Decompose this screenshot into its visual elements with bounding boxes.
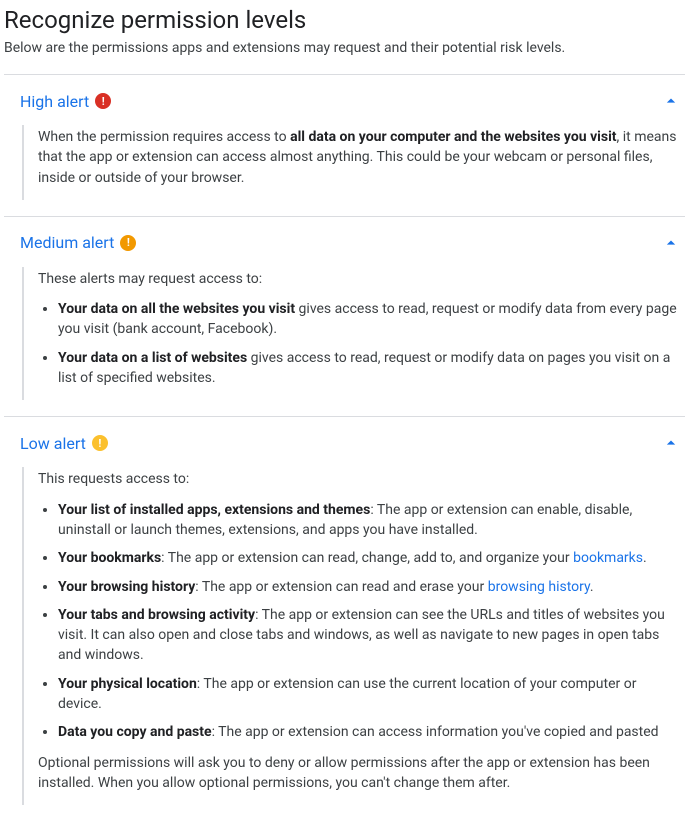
item-bold: Data you copy and paste [58,724,212,740]
section-header-medium[interactable]: Medium alert ! [4,233,685,253]
section-high-alert: High alert ! When the permission require… [4,74,685,200]
intro-text: Below are the permissions apps and exten… [4,40,685,56]
high-body-bold: all data on your computer and the websit… [290,129,616,145]
section-low-alert: Low alert ! This requests access to: You… [4,416,685,805]
bookmarks-link[interactable]: bookmarks [573,550,643,566]
list-item: Your browsing history: The app or extens… [58,577,677,597]
list-item: Your physical location: The app or exten… [58,674,677,715]
section-body-medium: These alerts may request access to: Your… [22,267,685,400]
low-footer: Optional permissions will ask you to den… [38,753,677,794]
browsing-history-link[interactable]: browsing history [488,579,590,595]
item-bold: Your browsing history [58,579,195,595]
item-tail: . [590,579,594,595]
section-medium-alert: Medium alert ! These alerts may request … [4,216,685,400]
list-item: Your list of installed apps, extensions … [58,500,677,541]
chevron-up-icon [661,433,681,453]
section-title-medium: Medium alert [20,233,114,252]
list-item: Your data on all the websites you visit … [58,299,677,340]
section-title-high: High alert [20,92,89,111]
item-rest: : The app or extension can read, change,… [161,550,573,566]
alert-icon-low: ! [92,435,108,451]
item-bold: Your tabs and browsing activity [58,607,255,623]
item-bold: Your data on all the websites you visit [58,301,295,317]
item-rest: : The app or extension can read and eras… [195,579,487,595]
item-bold: Your physical location [58,676,197,692]
chevron-up-icon [661,91,681,111]
section-body-low: This requests access to: Your list of in… [22,467,685,805]
chevron-up-icon [661,233,681,253]
alert-icon-medium: ! [120,235,136,251]
list-item: Data you copy and paste: The app or exte… [58,722,677,742]
high-body-pre: When the permission requires access to [38,129,290,145]
low-lead: This requests access to: [38,469,677,489]
alert-icon-high: ! [95,93,111,109]
section-header-low[interactable]: Low alert ! [4,433,685,453]
item-bold: Your bookmarks [58,550,161,566]
item-rest: : The app or extension can access inform… [212,724,659,740]
page-title: Recognize permission levels [4,6,685,34]
item-bold: Your data on a list of websites [58,350,247,366]
item-bold: Your list of installed apps, extensions … [58,502,370,518]
medium-lead: These alerts may request access to: [38,269,677,289]
item-tail: . [643,550,647,566]
list-item: Your data on a list of websites gives ac… [58,348,677,389]
section-title-low: Low alert [20,434,86,453]
list-item: Your tabs and browsing activity: The app… [58,605,677,666]
list-item: Your bookmarks: The app or extension can… [58,548,677,568]
section-body-high: When the permission requires access to a… [22,125,685,200]
section-header-high[interactable]: High alert ! [4,91,685,111]
